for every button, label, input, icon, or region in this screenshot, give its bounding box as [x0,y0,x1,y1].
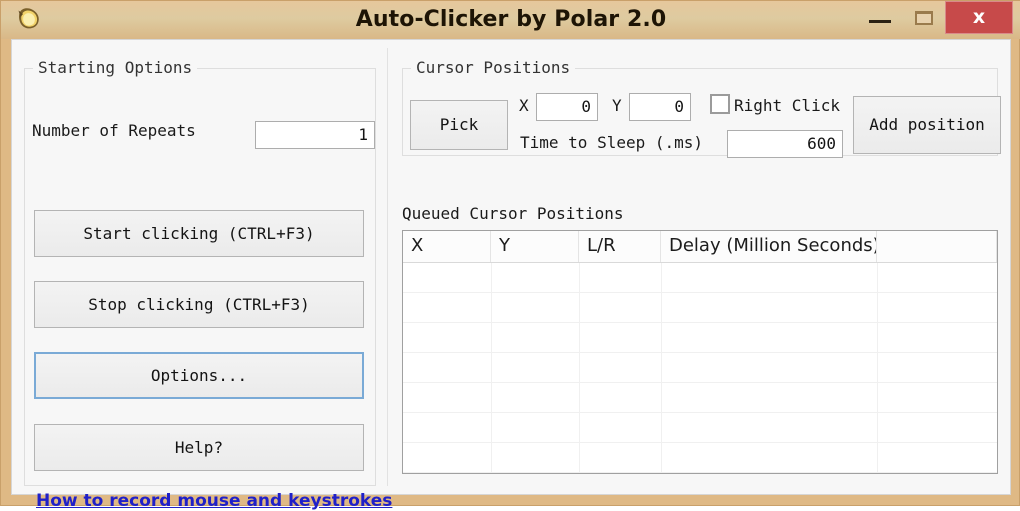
add-position-button[interactable]: Add position [853,96,1001,154]
table-row[interactable] [403,443,997,473]
table-header-cell[interactable]: L/R [579,231,661,262]
cursor-positions-title: Cursor Positions [411,58,576,77]
help-button[interactable]: Help? [34,424,364,471]
queued-positions-table[interactable]: X Y L/R Delay (Million Seconds) [402,230,998,474]
table-column-divider [661,263,662,473]
y-label: Y [612,96,622,115]
table-row[interactable] [403,323,997,353]
right-click-checkbox[interactable] [710,94,730,114]
time-to-sleep-label: Time to Sleep (.ms) [520,133,704,152]
panel-divider [387,48,388,486]
maximize-button[interactable] [905,1,945,33]
table-column-divider [579,263,580,473]
title-bar: Auto-Clicker by Polar 2.0 x [1,1,1020,39]
options-button[interactable]: Options... [34,352,364,399]
starting-options-title: Starting Options [33,58,198,77]
table-column-divider [877,263,878,473]
how-to-record-link[interactable]: How to record mouse and keystrokes [36,491,392,511]
y-input[interactable]: 0 [629,93,691,121]
time-to-sleep-input[interactable]: 600 [727,130,843,158]
minimize-icon [869,20,891,23]
table-row[interactable] [403,293,997,323]
x-input[interactable]: 0 [536,93,598,121]
table-row[interactable] [403,263,997,293]
maximize-icon [915,11,933,25]
table-header-cell[interactable]: Delay (Million Seconds) [661,231,877,262]
table-header-cell[interactable]: Y [491,231,579,262]
table-row[interactable] [403,353,997,383]
number-of-repeats-input[interactable]: 1 [255,121,375,149]
x-label: X [519,96,529,115]
table-row[interactable] [403,413,997,443]
close-icon: x [972,6,986,28]
number-of-repeats-label: Number of Repeats [32,121,196,140]
start-clicking-button[interactable]: Start clicking (CTRL+F3) [34,210,364,257]
minimize-button[interactable] [857,1,905,33]
table-column-divider [491,263,492,473]
table-header-row: X Y L/R Delay (Million Seconds) [403,231,997,263]
table-row[interactable] [403,383,997,413]
stop-clicking-button[interactable]: Stop clicking (CTRL+F3) [34,281,364,328]
table-header-cell[interactable] [877,231,997,262]
table-body [403,263,997,473]
table-header-cell[interactable]: X [403,231,491,262]
right-click-label: Right Click [734,96,840,115]
client-area: Starting Options Number of Repeats 1 Sta… [11,39,1011,511]
pick-button[interactable]: Pick [410,100,508,150]
close-button[interactable]: x [945,1,1013,34]
application-window: Auto-Clicker by Polar 2.0 x Starting Opt… [0,0,1020,511]
queued-cursor-positions-label: Queued Cursor Positions [402,204,624,223]
